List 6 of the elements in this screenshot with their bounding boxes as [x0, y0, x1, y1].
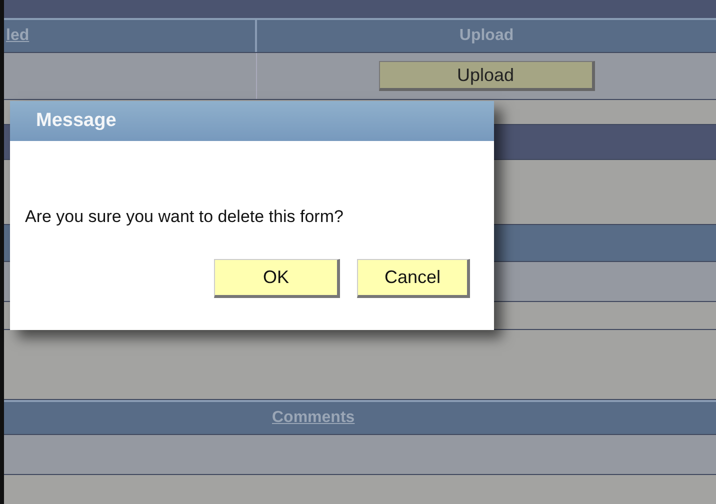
- dialog-title: Message: [10, 101, 494, 141]
- cancel-button[interactable]: Cancel: [357, 258, 470, 298]
- dialog-message: Are you sure you want to delete this form?: [25, 207, 344, 226]
- upload-button[interactable]: Upload: [378, 61, 594, 91]
- ok-button[interactable]: OK: [214, 258, 340, 298]
- column-header: Upload: [459, 26, 514, 46]
